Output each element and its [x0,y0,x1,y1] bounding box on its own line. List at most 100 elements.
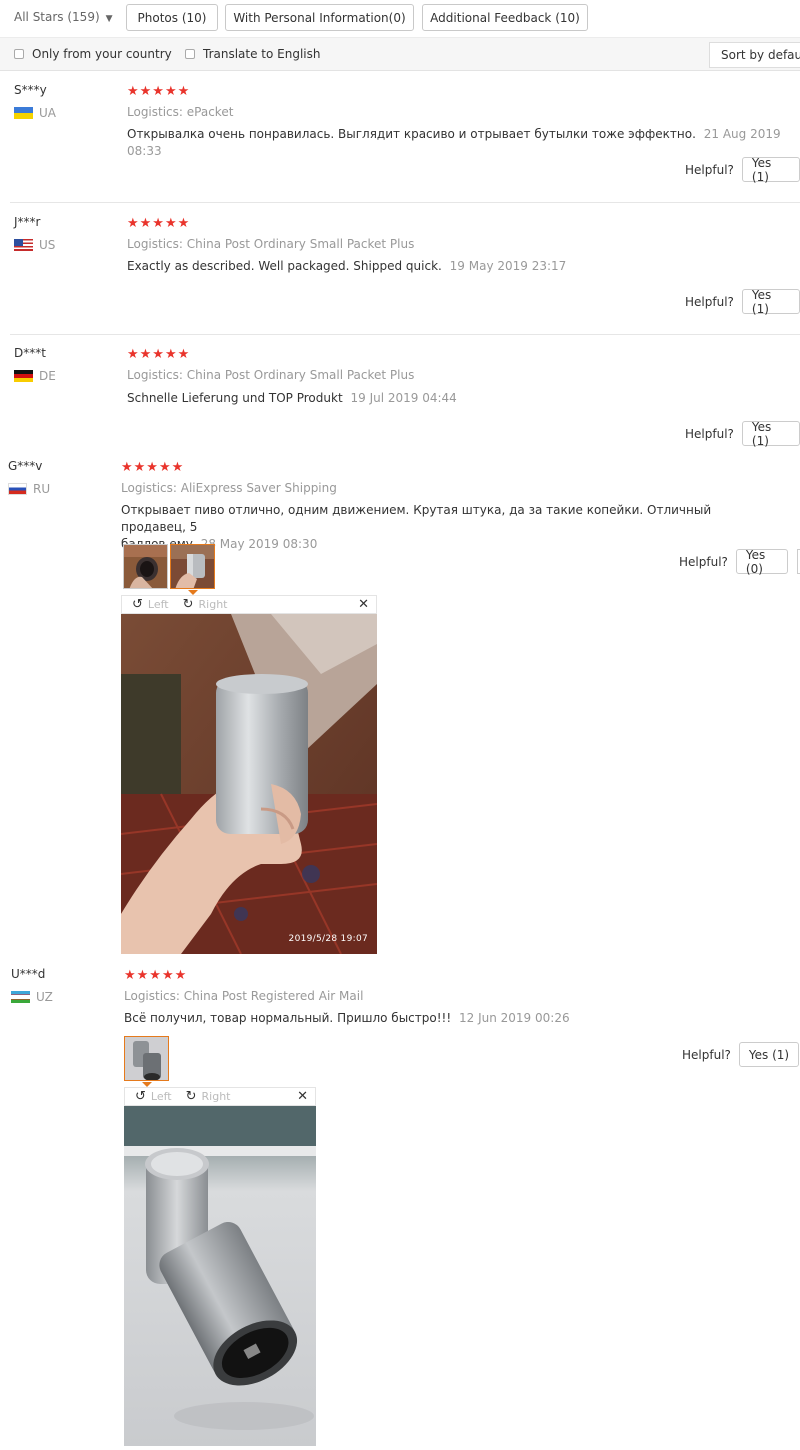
review-text-body: Schnelle Lieferung und TOP Produkt [127,391,343,405]
translate-checkbox[interactable] [185,49,195,59]
options-bar: Only from your country Translate to Engl… [0,37,800,71]
review-filters: All Stars (159) ▼ Photos (10) With Person… [0,0,800,36]
review-text-line: Открывает пиво отлично, одним движением.… [121,503,712,534]
logistics-info: Logistics: AliExpress Saver Shipping [121,481,337,495]
review-item: D***t DE ★★★★★ Logistics: China Post Ord… [14,346,800,451]
helpful-label: Helpful? [685,294,734,309]
review-date: 12 Jun 2019 00:26 [459,1011,570,1025]
review-photo-thumbnail-active[interactable] [124,1036,169,1081]
rotate-right-label: Right [201,1090,231,1103]
review-photo-thumbnail-active[interactable] [170,544,215,589]
reviewer-name: J***r [14,215,41,229]
logistics-info: Logistics: China Post Ordinary Small Pac… [127,368,415,382]
helpful-yes-button[interactable]: Yes (0) [735,548,788,576]
reviewer-name: D***t [14,346,46,360]
only-country-option[interactable]: Only from your country [14,47,172,61]
helpful-section: Helpful? Yes (1) [685,288,800,316]
additional-feedback-filter-button[interactable]: Additional Feedback (10) [422,4,588,31]
helpful-yes-button[interactable]: Yes (1) [741,156,800,184]
rotate-left-label: Left [147,598,169,611]
only-country-checkbox[interactable] [14,49,24,59]
reviewer-name: S***y [14,83,47,97]
helpful-yes-button[interactable]: Yes (1) [741,288,800,316]
review-text: Всё получил, товар нормальный. Пришло бы… [124,1010,794,1027]
review-date: 19 Jul 2019 04:44 [350,391,457,405]
country-code: US [39,238,56,252]
review-date: 28 May 2019 08:30 [200,537,318,551]
reviewer-name: G***v [8,459,43,473]
helpful-yes-button[interactable]: Yes (1) [741,420,800,448]
germany-flag-icon [14,370,33,382]
photo-timestamp: 2019/5/28 19:07 [288,934,368,944]
close-icon[interactable]: ✕ [297,1089,308,1104]
rotate-right-icon: ↻ [182,597,194,612]
country-code: RU [33,482,51,496]
helpful-no-button[interactable] [796,549,800,574]
reviewer-name: U***d [11,967,46,981]
uzbekistan-flag-icon [11,991,30,1003]
review-photo-large [124,1106,316,1446]
rotate-right-button[interactable]: ↻ Right [186,1089,231,1104]
personal-info-filter-button[interactable]: With Personal Information(0) [225,4,414,31]
country-code: UZ [36,990,53,1004]
review-text-body: Exactly as described. Well packaged. Shi… [127,259,442,273]
reviewer-country: US [14,238,55,252]
rotate-right-icon: ↻ [185,1089,197,1104]
review-text: Schnelle Lieferung und TOP Produkt 19 Ju… [127,390,797,407]
review-text: Exactly as described. Well packaged. Shi… [127,258,797,275]
photo-viewer-toolbar: ↺ Left ↻ Right ✕ [124,1087,316,1106]
reviewer-country: UZ [11,990,53,1004]
helpful-section: Helpful? Yes (1) [682,1042,800,1067]
close-icon[interactable]: ✕ [358,597,369,612]
rotate-left-icon: ↺ [132,597,143,612]
ukraine-flag-icon [14,107,33,119]
star-rating: ★★★★★ [127,84,191,99]
rotate-left-button[interactable]: ↺ Left [135,1089,172,1104]
review-item: J***r US ★★★★★ Logistics: China Post Ord… [14,215,800,325]
review-item: S***y UA ★★★★★ Logistics: ePacket Открыв… [14,83,800,193]
russia-flag-icon [8,483,27,495]
usa-flag-icon [14,239,33,251]
thumbnail-image [124,545,167,588]
review-item: U***d UZ ★★★★★ Logistics: China Post Reg… [11,967,800,1450]
logistics-info: Logistics: China Post Ordinary Small Pac… [127,237,415,251]
review-divider [10,202,800,203]
thumbnail-image [125,1037,168,1080]
helpful-section: Helpful? Yes (0) [679,548,800,576]
star-rating: ★★★★★ [127,216,191,231]
star-rating: ★★★★★ [127,347,191,362]
logistics-info: Logistics: ePacket [127,105,234,119]
translate-label: Translate to English [203,47,321,61]
helpful-label: Helpful? [682,1047,731,1062]
rotate-left-label: Left [150,1090,172,1103]
review-photo-image [121,614,377,954]
reviewer-country: UA [14,106,56,120]
review-divider [10,334,800,335]
reviewer-country: RU [8,482,50,496]
star-rating: ★★★★★ [121,460,185,475]
country-code: UA [39,106,56,120]
all-stars-dropdown[interactable]: All Stars (159) ▼ [14,10,113,24]
country-code: DE [39,369,56,383]
review-photo-image [124,1106,316,1446]
photos-filter-button[interactable]: Photos (10) [126,4,218,31]
helpful-section: Helpful? Yes (1) [685,420,800,448]
helpful-yes-button[interactable]: Yes (1) [738,1042,800,1067]
translate-option[interactable]: Translate to English [185,47,321,61]
logistics-info: Logistics: China Post Registered Air Mai… [124,989,364,1003]
review-text-body: Всё получил, товар нормальный. Пришло бы… [124,1011,452,1025]
star-rating: ★★★★★ [124,968,188,983]
rotate-left-button[interactable]: ↺ Left [132,597,169,612]
review-item: G***v RU ★★★★★ Logistics: AliExpress Sav… [8,459,800,959]
rotate-right-button[interactable]: ↻ Right [183,597,228,612]
photo-viewer-toolbar: ↺ Left ↻ Right ✕ [121,595,377,614]
sort-select[interactable]: Sort by default [709,42,800,68]
helpful-label: Helpful? [685,162,734,177]
review-text: Открывает пиво отлично, одним движением.… [121,502,761,553]
rotate-right-label: Right [198,598,228,611]
review-date: 19 May 2019 23:17 [449,259,567,273]
review-photo-large: 2019/5/28 19:07 [121,614,377,954]
chevron-down-icon: ▼ [105,14,113,24]
reviewer-country: DE [14,369,56,383]
review-photo-thumbnail[interactable] [123,544,168,589]
